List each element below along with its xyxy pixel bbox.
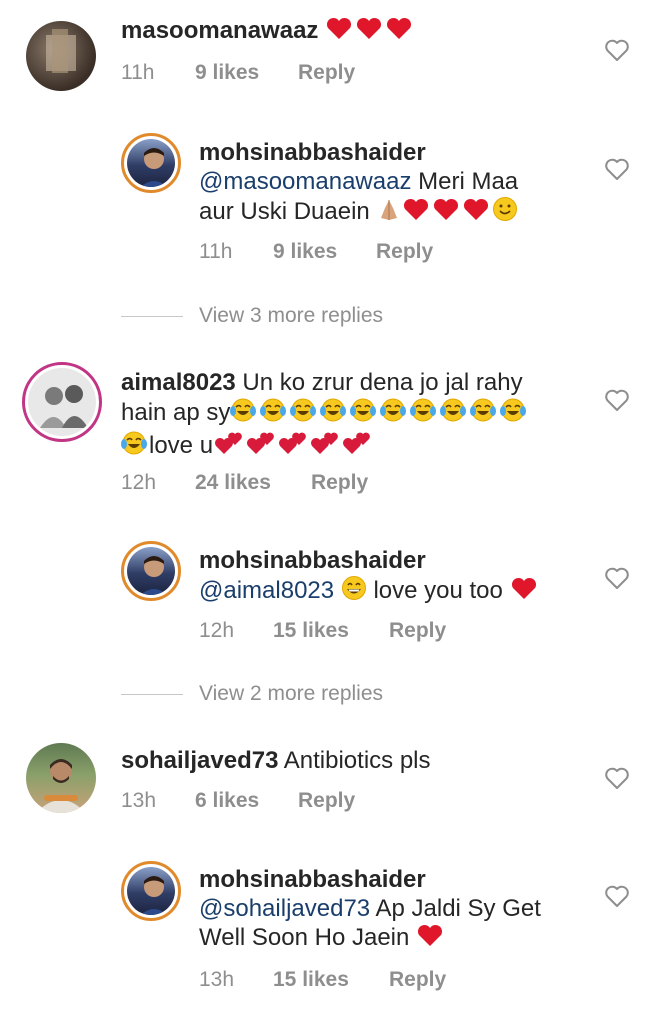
comment-body: love u (149, 432, 214, 459)
view-more-replies[interactable]: View 2 more replies (199, 682, 383, 706)
comment-meta: 12h 15 likes Reply (199, 619, 499, 645)
comment-body: Meri Maa (411, 168, 519, 195)
grinning-emoji (341, 575, 367, 608)
comment-body: aur Uski Duaein (199, 198, 377, 225)
comment-body: Ap Jaldi Sy Get (370, 895, 541, 922)
like-heart-icon[interactable] (604, 157, 630, 181)
divider-line (121, 694, 183, 695)
avatar-image (36, 759, 86, 813)
comment-body: Antibiotics pls (278, 747, 431, 774)
reply-button[interactable]: Reply (298, 789, 355, 813)
comment-username[interactable]: sohailjaved73 (121, 747, 278, 774)
avatar[interactable] (22, 362, 102, 442)
heart-emoji (510, 577, 540, 608)
likes-count[interactable]: 15 likes (273, 619, 349, 643)
reply-button[interactable]: Reply (311, 471, 368, 495)
like-heart-icon[interactable] (604, 566, 630, 590)
likes-count[interactable]: 6 likes (195, 789, 259, 813)
avatar-image (46, 29, 76, 73)
comment-text: mohsinabbashaider @masoomanawaaz Meri Ma… (199, 138, 579, 229)
mention-link[interactable]: @masoomanawaaz (199, 168, 411, 195)
timestamp: 11h (199, 240, 233, 263)
like-heart-icon[interactable] (604, 38, 630, 62)
avatar-image (140, 148, 168, 187)
comment-text: aimal8023 Un ko zrur dena jo jal rahy ha… (120, 368, 581, 463)
comment-username[interactable]: aimal8023 (121, 369, 236, 396)
comment-body: Well Soon Ho Jaein (199, 924, 417, 951)
like-heart-icon[interactable] (604, 388, 630, 412)
view-more-replies[interactable]: View 3 more replies (199, 304, 383, 328)
comment-meta: 11h 9 likes Reply (199, 240, 499, 266)
comment-username[interactable]: mohsinabbashaider (199, 866, 426, 893)
heart-emoji (325, 17, 415, 48)
smile-emoji (492, 196, 518, 229)
avatar[interactable] (121, 861, 181, 921)
likes-count[interactable]: 24 likes (195, 471, 271, 495)
like-heart-icon[interactable] (604, 884, 630, 908)
timestamp: 12h (199, 619, 235, 642)
avatar-image (140, 876, 168, 915)
comment-meta: 12h 24 likes Reply (121, 471, 421, 497)
avatar-image (40, 385, 88, 428)
avatar[interactable] (26, 743, 96, 813)
likes-count[interactable]: 9 likes (195, 61, 259, 85)
avatar[interactable] (26, 21, 96, 91)
likes-count[interactable]: 9 likes (273, 240, 337, 264)
likes-count[interactable]: 15 likes (273, 968, 349, 992)
mention-link[interactable]: @sohailjaved73 (199, 895, 370, 922)
comment-meta: 13h 15 likes Reply (199, 968, 499, 994)
avatar-image (140, 556, 168, 595)
timestamp: 11h (121, 61, 155, 84)
avatar[interactable] (121, 541, 181, 601)
reply-button[interactable]: Reply (298, 61, 355, 85)
comment-body: Un ko zrur dena jo jal rahy (235, 369, 523, 396)
comment-meta: 11h 9 likes Reply (121, 61, 421, 87)
reply-button[interactable]: Reply (389, 968, 446, 992)
heart-emoji (402, 198, 492, 229)
tears-of-joy-emoji (120, 430, 149, 463)
like-heart-icon[interactable] (604, 766, 630, 790)
comment-text: masoomanawaaz (121, 16, 415, 48)
reply-button[interactable]: Reply (389, 619, 446, 643)
divider-line (121, 316, 183, 317)
mention-link[interactable]: @aimal8023 (199, 577, 334, 604)
reply-button[interactable]: Reply (376, 240, 433, 264)
comment-text: sohailjaved73 Antibiotics pls (121, 746, 581, 775)
comment-text: mohsinabbashaider @sohailjaved73 Ap Jald… (199, 865, 579, 955)
timestamp: 13h (121, 789, 157, 812)
comment-username[interactable]: masoomanawaaz (121, 17, 318, 44)
praying-hands-emoji (376, 198, 402, 229)
comment-body: hain ap sy (121, 399, 231, 426)
two-hearts-emoji (213, 430, 373, 463)
comment-text: mohsinabbashaider @aimal8023 love you to… (199, 546, 579, 608)
tears-of-joy-emoji (230, 397, 530, 430)
heart-emoji (416, 924, 446, 955)
comment-meta: 13h 6 likes Reply (121, 789, 421, 815)
comment-username[interactable]: mohsinabbashaider (199, 139, 426, 166)
comment-body: love you too (366, 577, 510, 604)
timestamp: 12h (121, 471, 157, 494)
timestamp: 13h (199, 968, 235, 991)
comment-username[interactable]: mohsinabbashaider (199, 547, 426, 574)
avatar[interactable] (121, 133, 181, 193)
